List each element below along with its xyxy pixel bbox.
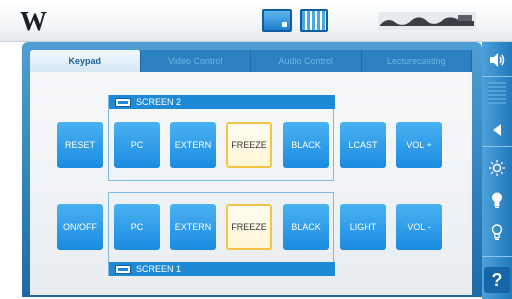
sidebar-divider — [482, 146, 512, 147]
tab-audio-control[interactable]: Audio Control — [251, 50, 362, 72]
light-bulb-filled-icon — [492, 192, 502, 208]
screen-2-label: SCREEN 2 — [109, 95, 335, 109]
right-sidebar — [482, 42, 512, 299]
screen-1-pc-button[interactable]: PC — [114, 204, 160, 250]
sidebar-divider — [482, 256, 512, 257]
screen-2-pc-button[interactable]: PC — [114, 122, 160, 168]
speaker-button[interactable] — [484, 48, 510, 72]
single-screen-icon[interactable] — [262, 9, 292, 32]
lcast-button[interactable]: LCAST — [340, 122, 386, 168]
volume-up-button[interactable]: VOL + — [396, 122, 442, 168]
screen-1-extern-button[interactable]: EXTERN — [170, 204, 216, 250]
help-button[interactable]: ? — [484, 267, 510, 293]
brand-logo-icon — [378, 12, 476, 30]
light-on-button[interactable] — [484, 188, 510, 212]
tab-video-control[interactable]: Video Control — [140, 50, 251, 72]
header-bar: W — [0, 0, 512, 42]
on-off-button[interactable]: ON/OFF — [57, 204, 103, 250]
volume-down-button[interactable]: VOL - — [396, 204, 442, 250]
light-bulb-outline-icon — [491, 224, 503, 240]
screen-2-label-text: SCREEN 2 — [136, 97, 182, 107]
reset-button[interactable]: RESET — [57, 122, 103, 168]
projector-screen-icon[interactable] — [300, 9, 328, 32]
screen-2-freeze-button[interactable]: FREEZE — [226, 122, 272, 168]
screen-1-label-text: SCREEN 1 — [136, 264, 182, 274]
screen-1-label: SCREEN 1 — [109, 262, 335, 276]
light-off-button[interactable] — [484, 220, 510, 244]
tab-keypad[interactable]: Keypad — [30, 50, 141, 72]
speaker-icon — [490, 53, 505, 67]
tab-lecturecasting[interactable]: Lecturecasting — [361, 50, 472, 72]
back-button[interactable] — [484, 118, 510, 142]
screen-icon — [115, 264, 131, 274]
screen-2-black-button[interactable]: BLACK — [283, 122, 329, 168]
app-logo: W — [20, 6, 47, 36]
light-button[interactable]: LIGHT — [340, 204, 386, 250]
screen-1-black-button[interactable]: BLACK — [283, 204, 329, 250]
screen-2-extern-button[interactable]: EXTERN — [170, 122, 216, 168]
tab-bar: Keypad Video Control Audio Control Lectu… — [30, 50, 472, 72]
sidebar-grille — [488, 82, 506, 104]
brightness-button[interactable] — [484, 156, 510, 180]
screen-icon — [115, 97, 131, 107]
sidebar-divider — [482, 76, 512, 77]
screen-1-freeze-button[interactable]: FREEZE — [226, 204, 272, 250]
left-arrow-icon — [493, 124, 501, 136]
sun-icon — [489, 160, 505, 176]
